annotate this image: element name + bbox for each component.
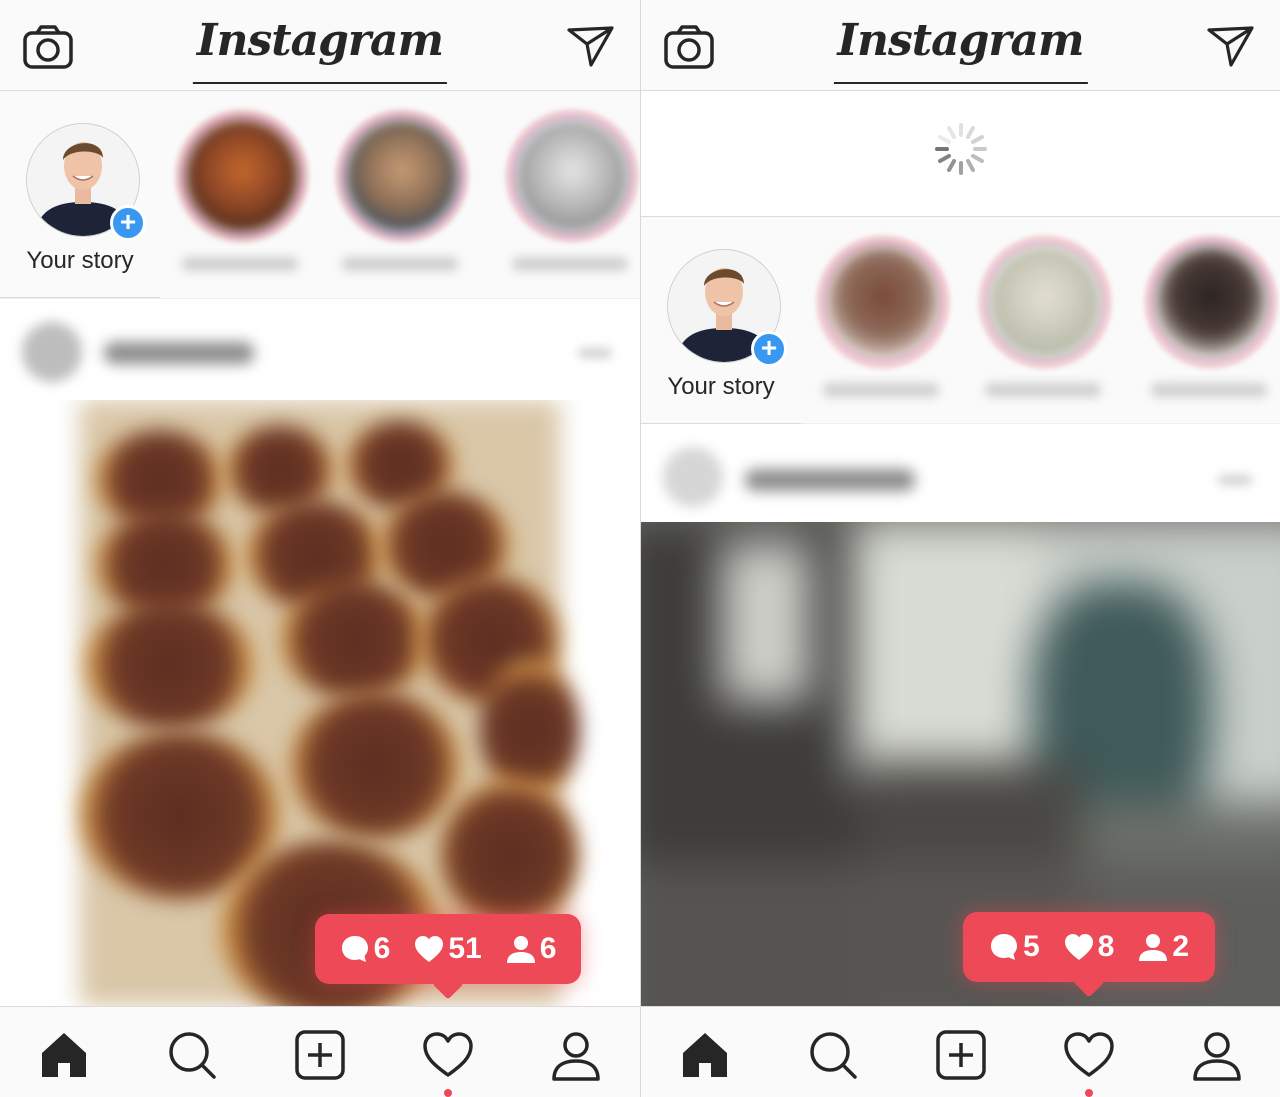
your-story[interactable]: + Your story bbox=[641, 249, 801, 424]
comment-icon bbox=[990, 934, 1017, 960]
story-avatar bbox=[185, 119, 299, 233]
followers-stat: 6 bbox=[506, 932, 557, 966]
activity-notification[interactable]: 6 51 6 bbox=[315, 914, 581, 1000]
post-avatar[interactable] bbox=[663, 447, 723, 507]
story-avatar bbox=[1154, 245, 1268, 359]
your-story[interactable]: + Your story bbox=[0, 123, 160, 298]
story-username bbox=[342, 257, 458, 271]
post-header bbox=[0, 300, 640, 400]
image-content bbox=[440, 780, 580, 930]
story-avatar bbox=[826, 245, 940, 359]
activity-indicator-dot bbox=[1085, 1089, 1093, 1097]
activity-notification[interactable]: 5 8 2 bbox=[963, 912, 1215, 998]
post-avatar[interactable] bbox=[22, 322, 82, 382]
profile-icon[interactable] bbox=[1189, 1027, 1245, 1083]
story-username bbox=[182, 257, 298, 271]
image-content bbox=[280, 580, 430, 700]
bottom-tab-bar bbox=[0, 1006, 640, 1097]
image-content bbox=[480, 660, 580, 800]
stories-tray: + Your story bbox=[0, 91, 640, 299]
post-header bbox=[641, 425, 1280, 525]
your-story-label: Your story bbox=[667, 373, 775, 400]
image-content bbox=[85, 600, 255, 730]
likes-count: 51 bbox=[448, 932, 482, 965]
heart-icon bbox=[415, 936, 444, 962]
add-post-icon[interactable] bbox=[292, 1027, 348, 1083]
post-username[interactable] bbox=[745, 469, 915, 491]
followers-count: 2 bbox=[1172, 930, 1190, 963]
comment-icon bbox=[341, 936, 368, 962]
stories-tray: + Your story bbox=[641, 217, 1280, 424]
direct-send-icon[interactable] bbox=[1206, 24, 1256, 70]
story-avatar bbox=[345, 119, 459, 233]
followers-stat: 2 bbox=[1138, 930, 1189, 964]
person-icon bbox=[1139, 934, 1168, 961]
add-story-plus-icon[interactable]: + bbox=[751, 331, 787, 367]
comments-count: 6 bbox=[373, 932, 391, 965]
story-username bbox=[512, 257, 628, 271]
heart-icon bbox=[1064, 934, 1093, 960]
person-icon bbox=[506, 936, 535, 963]
feed-screen-left: Instagram + Your story 6 51 6 bbox=[0, 0, 640, 1097]
story-avatar bbox=[988, 245, 1102, 359]
more-options-icon[interactable] bbox=[578, 348, 612, 358]
likes-count: 8 bbox=[1097, 930, 1115, 963]
top-bar: Instagram bbox=[641, 0, 1280, 91]
home-icon[interactable] bbox=[36, 1027, 92, 1083]
comments-stat: 5 bbox=[989, 930, 1040, 964]
add-story-plus-icon[interactable]: + bbox=[110, 205, 146, 241]
loading-spinner-icon bbox=[934, 123, 987, 175]
likes-stat: 51 bbox=[414, 932, 482, 966]
activity-indicator-dot bbox=[444, 1089, 452, 1097]
instagram-logo: Instagram bbox=[833, 8, 1088, 84]
post-username[interactable] bbox=[104, 342, 254, 364]
search-icon[interactable] bbox=[164, 1027, 220, 1083]
camera-icon[interactable] bbox=[22, 24, 74, 70]
story-avatar bbox=[515, 119, 629, 233]
comments-stat: 6 bbox=[340, 932, 391, 966]
likes-stat: 8 bbox=[1064, 930, 1115, 964]
bottom-tab-bar bbox=[641, 1006, 1280, 1097]
activity-heart-icon[interactable] bbox=[420, 1027, 476, 1083]
story-username bbox=[985, 383, 1101, 397]
more-options-icon[interactable] bbox=[1218, 475, 1252, 485]
story-username bbox=[823, 383, 939, 397]
refresh-loading-area bbox=[641, 91, 1280, 217]
image-content bbox=[290, 690, 460, 840]
add-post-icon[interactable] bbox=[933, 1027, 989, 1083]
top-bar: Instagram bbox=[0, 0, 640, 91]
feed-screen-right: Instagram + Your story 5 8 2 bbox=[641, 0, 1280, 1097]
home-icon[interactable] bbox=[677, 1027, 733, 1083]
instagram-logo: Instagram bbox=[192, 8, 448, 84]
search-icon[interactable] bbox=[805, 1027, 861, 1083]
profile-icon[interactable] bbox=[548, 1027, 604, 1083]
direct-send-icon[interactable] bbox=[566, 24, 616, 70]
comments-count: 5 bbox=[1022, 930, 1040, 963]
story-username bbox=[1151, 383, 1267, 397]
activity-heart-icon[interactable] bbox=[1061, 1027, 1117, 1083]
your-story-label: Your story bbox=[26, 247, 134, 274]
camera-icon[interactable] bbox=[663, 24, 715, 70]
followers-count: 6 bbox=[539, 932, 557, 965]
